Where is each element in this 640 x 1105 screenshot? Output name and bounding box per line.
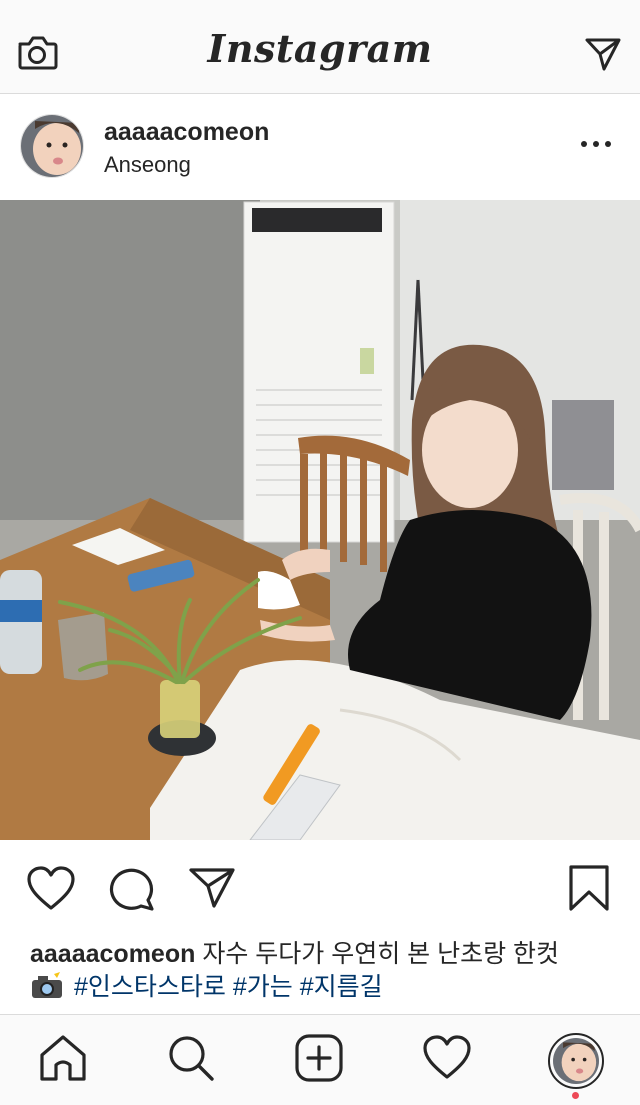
- post-username[interactable]: aaaaacomeon: [104, 118, 269, 147]
- camera-flash-emoji-icon: [32, 972, 62, 998]
- post-actions: [0, 840, 640, 940]
- post-caption: aaaaacomeon 자수 두다가 우연히 본 난초랑 한컷 #인스타스타로 …: [30, 938, 620, 1004]
- caption-line-1: aaaaacomeon 자수 두다가 우연히 본 난초랑 한컷: [30, 938, 620, 971]
- activity-heart-icon[interactable]: [422, 1033, 472, 1083]
- profile-tab-avatar[interactable]: [548, 1033, 604, 1089]
- post-photo[interactable]: [0, 200, 640, 840]
- photo-illustration: [0, 200, 640, 840]
- more-options-icon[interactable]: [580, 136, 612, 152]
- hashtag[interactable]: #지름길: [300, 973, 383, 1001]
- hashtag[interactable]: #인스타스타로: [74, 973, 226, 1001]
- post-header: aaaaacomeon Anseong: [0, 94, 640, 200]
- heart-icon[interactable]: [26, 866, 76, 912]
- caption-text: 자수 두다가 우연히 본 난초랑 한컷: [195, 940, 560, 968]
- direct-message-icon[interactable]: [584, 36, 622, 72]
- caption-username[interactable]: aaaaacomeon: [30, 940, 195, 968]
- notification-dot: [572, 1092, 579, 1099]
- bottom-tab-bar: [0, 1014, 640, 1105]
- bookmark-icon[interactable]: [568, 864, 610, 912]
- post-location[interactable]: Anseong: [104, 152, 191, 178]
- profile-avatar-image: [553, 1038, 599, 1084]
- caption-line-2: #인스타스타로 #가는 #지름길: [30, 971, 620, 1004]
- comment-icon[interactable]: [108, 866, 156, 912]
- app-logo: Instagram: [207, 26, 433, 71]
- avatar[interactable]: [20, 114, 84, 178]
- top-navigation-bar: Instagram: [0, 0, 640, 94]
- hashtag[interactable]: #가는: [233, 973, 293, 1001]
- home-icon[interactable]: [38, 1033, 88, 1083]
- add-post-icon[interactable]: [294, 1033, 344, 1083]
- search-icon[interactable]: [166, 1033, 216, 1083]
- share-icon[interactable]: [188, 866, 236, 910]
